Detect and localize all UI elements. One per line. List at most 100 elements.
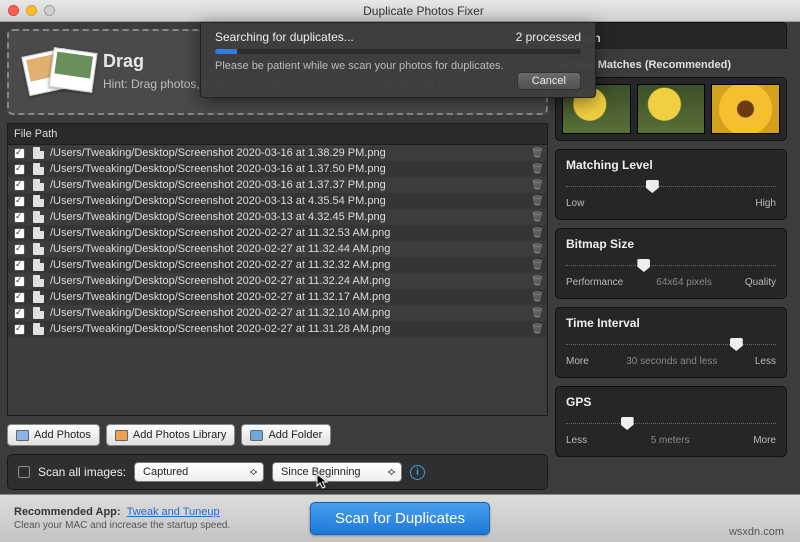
gps-min: Less (566, 435, 587, 446)
trash-icon[interactable]: 🗑 (531, 196, 541, 207)
file-icon (33, 195, 44, 207)
progress-bar (215, 49, 581, 54)
time-max: Less (755, 356, 776, 367)
table-row[interactable]: /Users/Tweaking/Desktop/Screenshot 2020-… (8, 145, 547, 161)
trash-icon[interactable]: 🗑 (531, 244, 541, 255)
close-window-button[interactable] (8, 5, 19, 16)
trash-icon[interactable]: 🗑 (531, 276, 541, 287)
scan-for-duplicates-button[interactable]: Scan for Duplicates (310, 502, 490, 535)
matching-level-max: High (755, 198, 776, 209)
scan-all-checkbox[interactable] (18, 466, 30, 478)
row-checkbox[interactable] (14, 260, 25, 271)
table-row[interactable]: /Users/Tweaking/Desktop/Screenshot 2020-… (8, 241, 547, 257)
trash-icon[interactable]: 🗑 (531, 324, 541, 335)
file-path: /Users/Tweaking/Desktop/Screenshot 2020-… (50, 179, 531, 191)
file-icon (33, 227, 44, 239)
file-path: /Users/Tweaking/Desktop/Screenshot 2020-… (50, 211, 531, 223)
library-icon (115, 430, 128, 441)
table-row[interactable]: /Users/Tweaking/Desktop/Screenshot 2020-… (8, 177, 547, 193)
scan-all-label: Scan all images: (38, 465, 126, 479)
matching-level-panel: Matching Level Low High (555, 149, 787, 220)
bitmap-size-panel: Bitmap Size Performance64x64 pixelsQuali… (555, 228, 787, 299)
file-path: /Users/Tweaking/Desktop/Screenshot 2020-… (50, 291, 531, 303)
row-checkbox[interactable] (14, 324, 25, 335)
cancel-button[interactable]: Cancel (517, 72, 581, 90)
trash-icon[interactable]: 🗑 (531, 148, 541, 159)
trash-icon[interactable]: 🗑 (531, 180, 541, 191)
time-range-select[interactable]: Since Beginning (272, 462, 402, 482)
gps-title: GPS (566, 395, 776, 409)
footer: Recommended App: Tweak and Tuneup Clean … (0, 494, 800, 542)
row-checkbox[interactable] (14, 292, 25, 303)
row-checkbox[interactable] (14, 148, 25, 159)
preview-thumb-2 (637, 84, 706, 134)
match-heading: Match (566, 31, 776, 45)
table-row[interactable]: /Users/Tweaking/Desktop/Screenshot 2020-… (8, 273, 547, 289)
add-folder-label: Add Folder (268, 429, 322, 441)
table-row[interactable]: /Users/Tweaking/Desktop/Screenshot 2020-… (8, 257, 547, 273)
add-folder-button[interactable]: Add Folder (241, 424, 331, 446)
trash-icon[interactable]: 🗑 (531, 212, 541, 223)
scan-options-bar: Scan all images: Captured Since Beginnin… (7, 454, 548, 490)
time-interval-panel: Time Interval More30 seconds and lessLes… (555, 307, 787, 378)
info-icon[interactable]: i (410, 465, 425, 480)
table-row[interactable]: /Users/Tweaking/Desktop/Screenshot 2020-… (8, 305, 547, 321)
folder-icon (250, 430, 263, 441)
file-path: /Users/Tweaking/Desktop/Screenshot 2020-… (50, 227, 531, 239)
trash-icon[interactable]: 🗑 (531, 164, 541, 175)
file-path: /Users/Tweaking/Desktop/Screenshot 2020-… (50, 163, 531, 175)
row-checkbox[interactable] (14, 196, 25, 207)
preview-thumb-3 (711, 84, 780, 134)
add-photos-library-button[interactable]: Add Photos Library (106, 424, 236, 446)
recommended-label: Recommended App: (14, 506, 121, 518)
recommended-sub: Clean your MAC and increase the startup … (14, 520, 230, 531)
file-icon (33, 147, 44, 159)
zoom-window-button[interactable] (44, 5, 55, 16)
row-checkbox[interactable] (14, 180, 25, 191)
bitmap-title: Bitmap Size (566, 237, 776, 251)
file-path: /Users/Tweaking/Desktop/Screenshot 2020-… (50, 243, 531, 255)
trash-icon[interactable]: 🗑 (531, 308, 541, 319)
add-photos-button[interactable]: Add Photos (7, 424, 100, 446)
titlebar: Duplicate Photos Fixer (0, 0, 800, 22)
minimize-window-button[interactable] (26, 5, 37, 16)
time-slider[interactable] (730, 338, 743, 351)
row-checkbox[interactable] (14, 228, 25, 239)
capture-mode-select[interactable]: Captured (134, 462, 264, 482)
trash-icon[interactable]: 🗑 (531, 228, 541, 239)
file-icon (33, 179, 44, 191)
table-row[interactable]: /Users/Tweaking/Desktop/Screenshot 2020-… (8, 161, 547, 177)
gps-slider[interactable] (621, 417, 634, 430)
gps-max: More (753, 435, 776, 446)
recommended-link[interactable]: Tweak and Tuneup (127, 506, 220, 518)
table-row[interactable]: /Users/Tweaking/Desktop/Screenshot 2020-… (8, 289, 547, 305)
time-min: More (566, 356, 589, 367)
table-row[interactable]: /Users/Tweaking/Desktop/Screenshot 2020-… (8, 321, 547, 337)
table-row[interactable]: /Users/Tweaking/Desktop/Screenshot 2020-… (8, 209, 547, 225)
trash-icon[interactable]: 🗑 (531, 260, 541, 271)
row-checkbox[interactable] (14, 244, 25, 255)
trash-icon[interactable]: 🗑 (531, 292, 541, 303)
bitmap-min: Performance (566, 277, 623, 288)
matching-level-min: Low (566, 198, 584, 209)
progress-title: Searching for duplicates... (215, 30, 354, 44)
row-checkbox[interactable] (14, 308, 25, 319)
bitmap-value: 64x64 pixels (656, 277, 712, 288)
row-checkbox[interactable] (14, 212, 25, 223)
table-row[interactable]: /Users/Tweaking/Desktop/Screenshot 2020-… (8, 193, 547, 209)
file-icon (33, 275, 44, 287)
matching-level-title: Matching Level (566, 158, 776, 172)
file-icon (33, 243, 44, 255)
photo-icon (16, 430, 29, 441)
window-title: Duplicate Photos Fixer (55, 4, 792, 18)
file-path: /Users/Tweaking/Desktop/Screenshot 2020-… (50, 147, 531, 159)
row-checkbox[interactable] (14, 164, 25, 175)
watermark: wsxdn.com (729, 526, 784, 538)
table-row[interactable]: /Users/Tweaking/Desktop/Screenshot 2020-… (8, 225, 547, 241)
row-checkbox[interactable] (14, 276, 25, 287)
add-photos-label: Add Photos (34, 429, 91, 441)
bitmap-slider[interactable] (637, 259, 650, 272)
matching-level-slider[interactable] (646, 180, 659, 193)
file-path: /Users/Tweaking/Desktop/Screenshot 2020-… (50, 323, 531, 335)
file-path: /Users/Tweaking/Desktop/Screenshot 2020-… (50, 195, 531, 207)
